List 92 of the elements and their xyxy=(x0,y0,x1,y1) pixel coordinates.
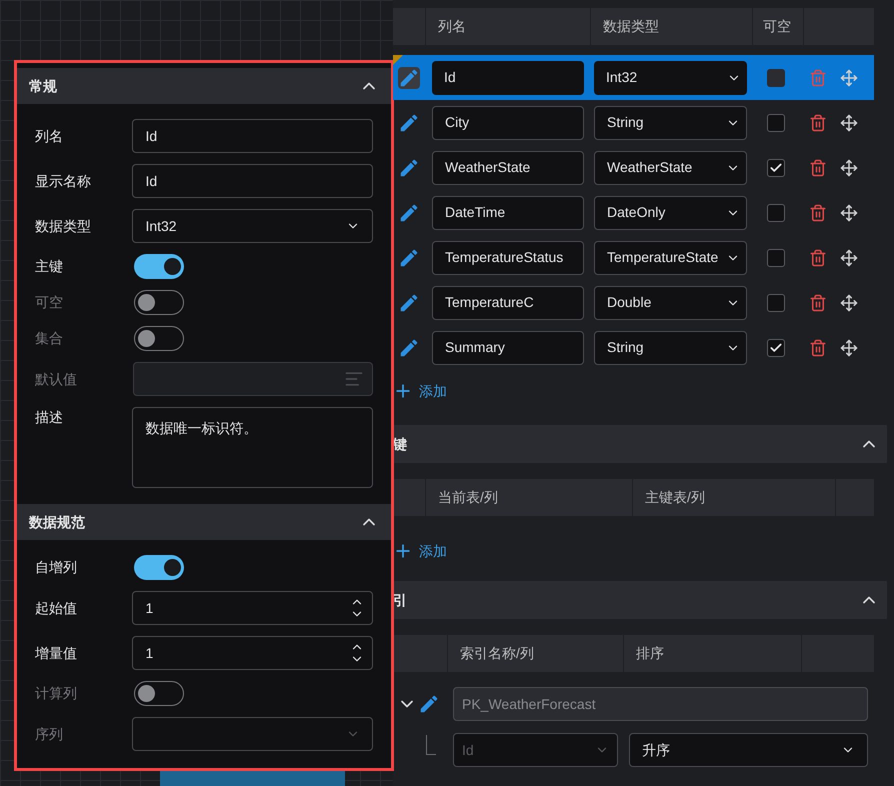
section-header[interactable]: 数据规范 xyxy=(17,504,391,540)
type-dropdown[interactable]: String xyxy=(594,106,747,140)
column-row[interactable]: City String xyxy=(393,100,874,145)
delete-icon[interactable] xyxy=(809,114,827,132)
number-field[interactable]: 1 xyxy=(132,591,373,625)
field-label: 集合 xyxy=(35,329,64,348)
field-label: 显示名称 xyxy=(35,172,92,190)
type-dropdown[interactable]: Int32 xyxy=(594,60,747,94)
edit-icon[interactable] xyxy=(398,292,420,314)
field-label: 数据类型 xyxy=(35,216,92,236)
column-row[interactable]: TemperatureStatus TemperatureState xyxy=(393,235,874,280)
delete-icon[interactable] xyxy=(809,248,827,266)
delete-icon[interactable] xyxy=(809,158,827,176)
type-dropdown[interactable]: TemperatureState xyxy=(594,240,747,274)
edit-icon[interactable] xyxy=(398,336,420,358)
toggle-switch[interactable] xyxy=(134,555,184,580)
drag-handle-icon[interactable] xyxy=(840,248,858,266)
section-title: 引 xyxy=(393,590,407,610)
drag-handle-icon[interactable] xyxy=(840,294,858,312)
edit-icon[interactable] xyxy=(398,246,420,268)
field-label: 主键 xyxy=(35,257,64,276)
field-label: 计算列 xyxy=(35,684,78,703)
section-header[interactable]: 常规 xyxy=(17,68,391,104)
nullable-checkbox[interactable] xyxy=(767,294,785,312)
delete-icon[interactable] xyxy=(809,338,827,356)
section-header[interactable]: 引 xyxy=(393,581,887,619)
type-dropdown[interactable]: String xyxy=(594,330,747,364)
column-row[interactable]: TemperatureC Double xyxy=(393,280,874,325)
column-row[interactable]: Summary String xyxy=(393,325,874,370)
drag-handle-icon[interactable] xyxy=(840,114,858,132)
column-row[interactable]: DateTime DateOnly xyxy=(393,190,874,235)
field-label: 可空 xyxy=(35,293,64,312)
name-field[interactable]: TemperatureC xyxy=(432,286,584,320)
column-row[interactable]: WeatherState WeatherState xyxy=(393,145,874,190)
edit-icon[interactable] xyxy=(398,66,420,88)
index-name-field[interactable]: PK_WeatherForecast xyxy=(453,687,868,721)
edit-icon[interactable] xyxy=(418,693,440,715)
sort-order-dropdown[interactable]: 升序 xyxy=(629,733,868,767)
column-header: 排序 xyxy=(623,635,801,672)
name-field[interactable]: Id xyxy=(432,60,584,94)
name-field[interactable]: WeatherState xyxy=(432,150,584,184)
nullable-checkbox[interactable] xyxy=(767,248,785,266)
column-header: 主键表/列 xyxy=(632,479,835,516)
column-header: 当前表/列 xyxy=(425,479,632,516)
text-field[interactable]: Id xyxy=(132,119,373,153)
nullable-checkbox[interactable] xyxy=(767,204,785,222)
drag-handle-icon[interactable] xyxy=(840,338,858,356)
section-title: 数据规范 xyxy=(29,512,85,532)
tree-connector xyxy=(426,735,436,755)
dropdown[interactable]: Int32 xyxy=(132,209,373,243)
drag-handle-icon[interactable] xyxy=(840,68,858,86)
toggle-switch[interactable] xyxy=(134,254,184,279)
name-field[interactable]: City xyxy=(432,106,584,140)
edit-icon[interactable] xyxy=(398,112,420,134)
drag-handle-icon[interactable] xyxy=(840,158,858,176)
description-field[interactable]: 数据唯一标识符。 xyxy=(132,407,373,488)
field-label: 自增列 xyxy=(35,558,78,577)
text-field[interactable]: Id xyxy=(132,164,373,198)
delete-icon[interactable] xyxy=(809,204,827,222)
section-title: 键 xyxy=(393,434,407,454)
nullable-checkbox[interactable] xyxy=(767,68,785,86)
name-field[interactable]: TemperatureStatus xyxy=(432,240,584,274)
nullable-checkbox[interactable] xyxy=(767,158,785,176)
nullable-checkbox[interactable] xyxy=(767,338,785,356)
drag-handle-icon[interactable] xyxy=(840,204,858,222)
field-label: 序列 xyxy=(35,724,64,744)
add-foreign-key-button[interactable]: 添加 xyxy=(393,536,447,566)
field-label: 增量值 xyxy=(35,644,78,662)
field-label: 默认值 xyxy=(35,370,78,388)
delete-icon[interactable] xyxy=(809,294,827,312)
section-title: 常规 xyxy=(29,76,57,96)
column-row[interactable]: Id Int32 xyxy=(393,55,874,100)
check-icon xyxy=(769,160,783,174)
column-header: 数据类型 xyxy=(590,8,752,45)
type-dropdown[interactable]: WeatherState xyxy=(594,150,747,184)
column-header: 列名 xyxy=(425,8,590,45)
nullable-checkbox[interactable] xyxy=(767,114,785,132)
edit-icon[interactable] xyxy=(398,156,420,178)
field-label: 列名 xyxy=(35,126,64,146)
name-field[interactable]: DateTime xyxy=(432,196,584,230)
number-field[interactable]: 1 xyxy=(132,636,373,670)
type-dropdown[interactable]: Double xyxy=(594,286,747,320)
field-label: 描述 xyxy=(35,408,64,427)
name-field[interactable]: Summary xyxy=(432,330,584,364)
field-label: 起始值 xyxy=(35,598,78,618)
type-dropdown[interactable]: DateOnly xyxy=(594,196,747,230)
column-header: 可空 xyxy=(752,8,803,45)
section-header[interactable]: 键 xyxy=(393,425,887,463)
edit-icon[interactable] xyxy=(398,202,420,224)
column-header: 索引名称/列 xyxy=(447,635,623,672)
add-column-button[interactable]: 添加 xyxy=(393,376,447,406)
check-icon xyxy=(769,340,783,354)
